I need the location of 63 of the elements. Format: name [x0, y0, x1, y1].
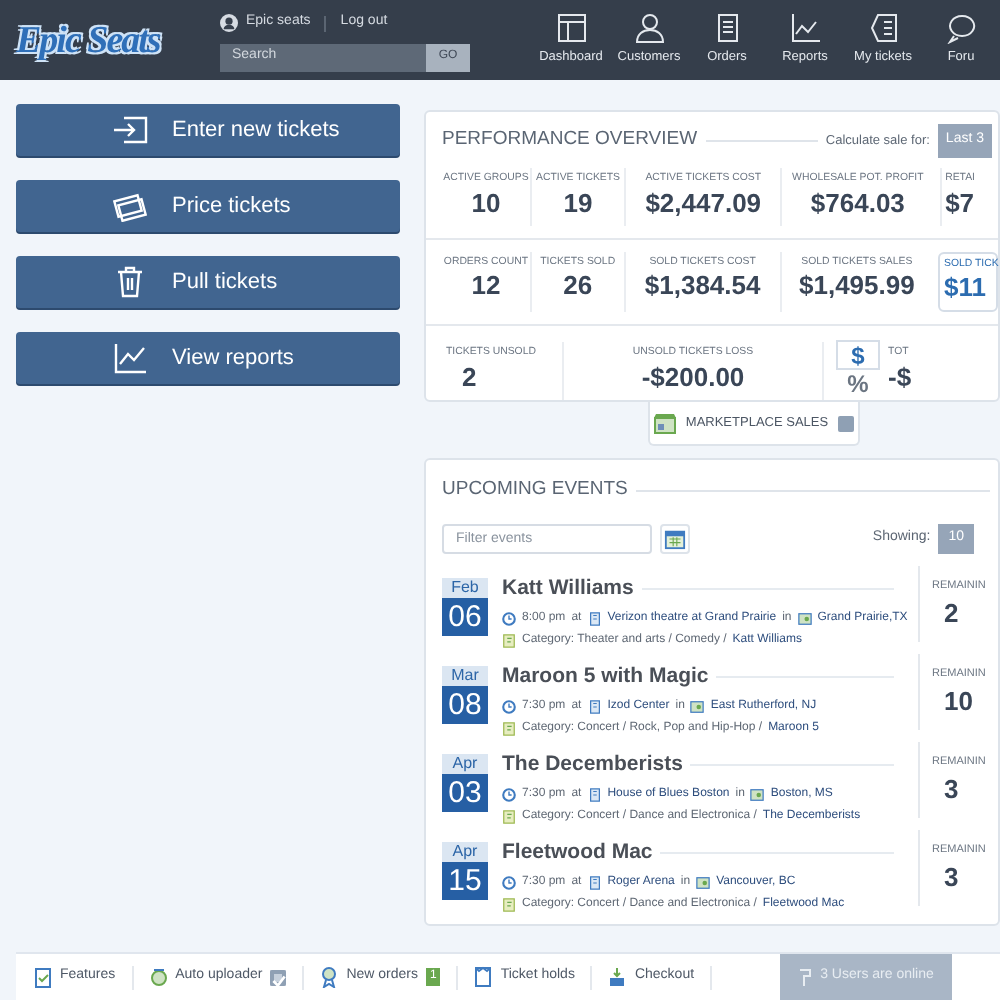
enter-icon: [112, 114, 148, 146]
event-name[interactable]: Maroon 5 with Magic: [502, 662, 709, 694]
action-button[interactable]: Enter new tickets: [16, 104, 400, 156]
chart-icon: [789, 12, 821, 45]
stat-value: 2: [460, 361, 479, 396]
action-button[interactable]: Pull tickets: [16, 256, 400, 308]
stat-value: 26: [561, 270, 595, 305]
map-icon: [797, 611, 812, 626]
panel-title: UPCOMING EVENTS: [442, 476, 628, 505]
building-icon: [587, 875, 602, 890]
map-icon: [696, 875, 711, 890]
stat-value: 19: [561, 187, 595, 222]
tag-icon: [502, 897, 516, 912]
mode-toggle[interactable]: %: [836, 370, 880, 401]
register-icon: [608, 966, 627, 988]
panel-title: PERFORMANCE OVERVIEW: [442, 126, 698, 155]
dropdown-icon[interactable]: [838, 415, 855, 431]
stat-value: $11: [944, 272, 988, 307]
ribbon-icon: [320, 966, 339, 988]
person-icon: [633, 12, 665, 45]
event-name[interactable]: Katt Williams: [502, 574, 634, 606]
clipboard-icon: [34, 966, 52, 988]
clock-icon: [502, 787, 516, 802]
stat-value: 10: [469, 187, 503, 222]
building-icon: [587, 787, 602, 802]
user-icon: [220, 14, 238, 32]
clock-icon: [502, 875, 516, 890]
map-icon: [690, 699, 705, 714]
building-icon: [587, 699, 602, 714]
ticket-icon: [867, 12, 899, 45]
stat-value: $764.03: [808, 187, 907, 222]
speech-bubble-icon: [945, 12, 977, 45]
map-icon: [750, 787, 765, 802]
stat-value: -$: [888, 361, 912, 396]
tag-icon: [502, 809, 516, 824]
remaining-count: 10: [942, 684, 975, 721]
clock-icon: [502, 611, 516, 626]
mode-toggle[interactable]: $: [836, 340, 880, 371]
event-name[interactable]: Fleetwood Mac: [502, 838, 653, 870]
tag-icon: [502, 633, 516, 648]
dashboard-icon: [555, 12, 587, 45]
stat-value: $1,384.54: [642, 270, 763, 305]
chart-icon: [112, 342, 148, 374]
stat-value: $2,447.09: [643, 187, 764, 222]
trash-icon: [112, 266, 148, 298]
clock-icon: [502, 699, 516, 714]
event-name[interactable]: The Decemberists: [502, 750, 683, 782]
stat-value: 12: [469, 270, 503, 305]
action-button[interactable]: View reports: [16, 332, 400, 384]
stat-value: -$200.00: [639, 361, 747, 396]
ticket-icon: [474, 966, 493, 988]
stat-value: $1,495.99: [797, 270, 917, 305]
action-button[interactable]: Price tickets: [16, 180, 400, 232]
remaining-count: 3: [942, 860, 961, 897]
calendar-icon[interactable]: [660, 524, 690, 554]
building-icon: [587, 611, 602, 626]
stat-value: $7: [945, 187, 977, 222]
banknotes-icon: [112, 190, 148, 222]
checkbox[interactable]: [270, 969, 287, 985]
remaining-count: 2: [942, 596, 961, 633]
tag-icon: [502, 721, 516, 736]
remaining-count: 3: [942, 772, 961, 809]
store-icon: [653, 413, 676, 433]
